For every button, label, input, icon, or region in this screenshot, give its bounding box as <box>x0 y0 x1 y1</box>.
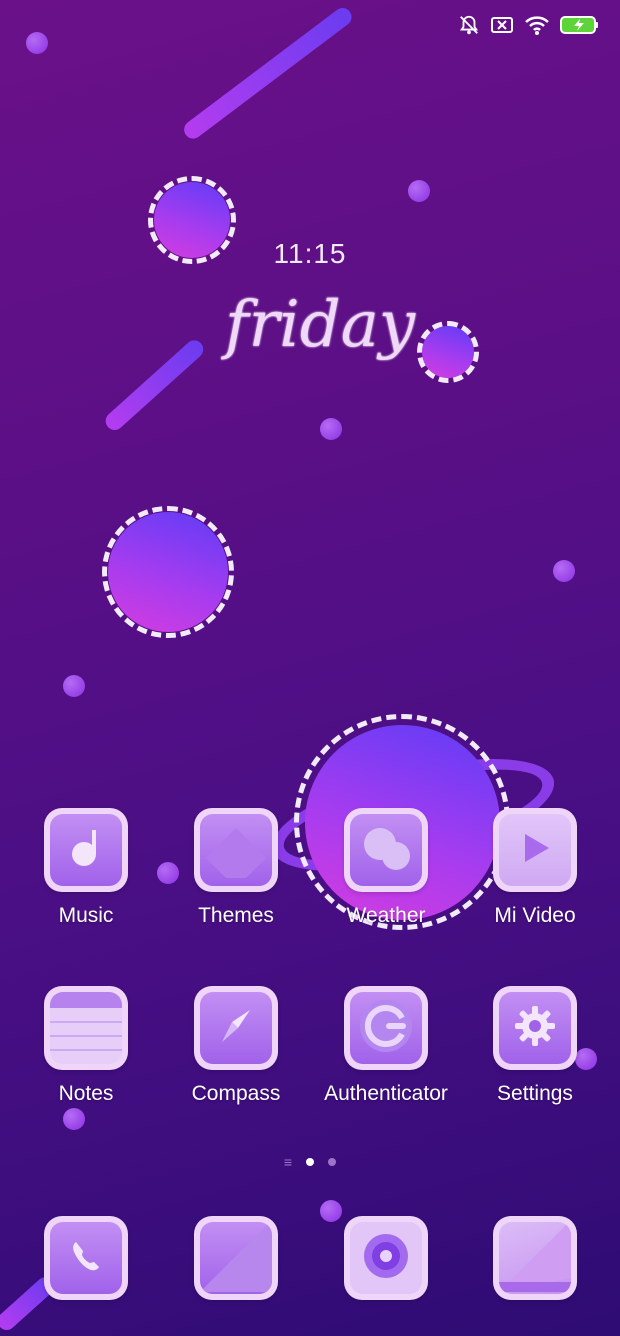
app-label: Music <box>58 904 114 927</box>
gear-icon <box>513 1004 557 1053</box>
notes-icon <box>50 992 122 1064</box>
app-notes[interactable]: Notes <box>11 986 161 1106</box>
themes-diamond-icon <box>206 818 266 886</box>
pages-menu-icon: ≡ <box>283 1154 293 1170</box>
page-dot <box>328 1158 337 1166</box>
dock-messages[interactable] <box>161 1216 311 1300</box>
page-indicator[interactable]: ≡ <box>0 1154 620 1170</box>
clock-day: friday <box>224 288 416 362</box>
phone-icon <box>66 1236 106 1281</box>
decor-dot <box>26 32 48 54</box>
app-settings[interactable]: Settings <box>460 986 610 1106</box>
no-sim-icon <box>490 15 514 35</box>
decor-dot <box>553 560 575 582</box>
weather-cloud-icon <box>356 818 416 883</box>
wifi-icon <box>524 14 550 36</box>
decor-dot <box>320 418 342 440</box>
app-label: Authenticator <box>324 1082 448 1105</box>
camera-icon <box>361 1231 411 1286</box>
app-compass[interactable]: Compass <box>161 986 311 1106</box>
play-icon <box>515 828 555 873</box>
app-authenticator[interactable]: Authenticator <box>311 986 461 1106</box>
app-label: Compass <box>191 1082 281 1105</box>
app-music[interactable]: Music <box>11 808 161 928</box>
app-themes[interactable]: Themes <box>161 808 311 928</box>
app-label: Mi Video <box>494 904 576 927</box>
authenticator-icon <box>356 996 416 1061</box>
messages-icon <box>200 1222 272 1294</box>
app-mi-video[interactable]: Mi Video <box>460 808 610 928</box>
decor-dot <box>63 1108 85 1130</box>
app-label: Settings <box>497 1082 573 1105</box>
dock-browser[interactable] <box>460 1216 610 1300</box>
mute-notifications-icon <box>458 14 480 36</box>
dock-phone[interactable] <box>11 1216 161 1300</box>
status-bar <box>458 14 600 36</box>
app-label: Themes <box>198 904 274 927</box>
clock-time: 11:15 <box>273 238 347 269</box>
decor-dot <box>63 675 85 697</box>
app-weather[interactable]: Weather <box>311 808 461 928</box>
decor-dot <box>408 180 430 202</box>
compass-icon <box>214 1004 258 1053</box>
music-note-icon <box>64 826 108 875</box>
app-label: Notes <box>58 1082 114 1105</box>
battery-charging-icon <box>560 15 600 35</box>
page-dot-active <box>306 1158 315 1166</box>
decor-streak <box>101 336 207 434</box>
app-label: Weather <box>346 904 426 927</box>
dock-camera[interactable] <box>311 1216 461 1300</box>
decor-streak <box>180 4 356 143</box>
browser-icon <box>499 1222 571 1294</box>
decor-ring <box>102 506 234 638</box>
